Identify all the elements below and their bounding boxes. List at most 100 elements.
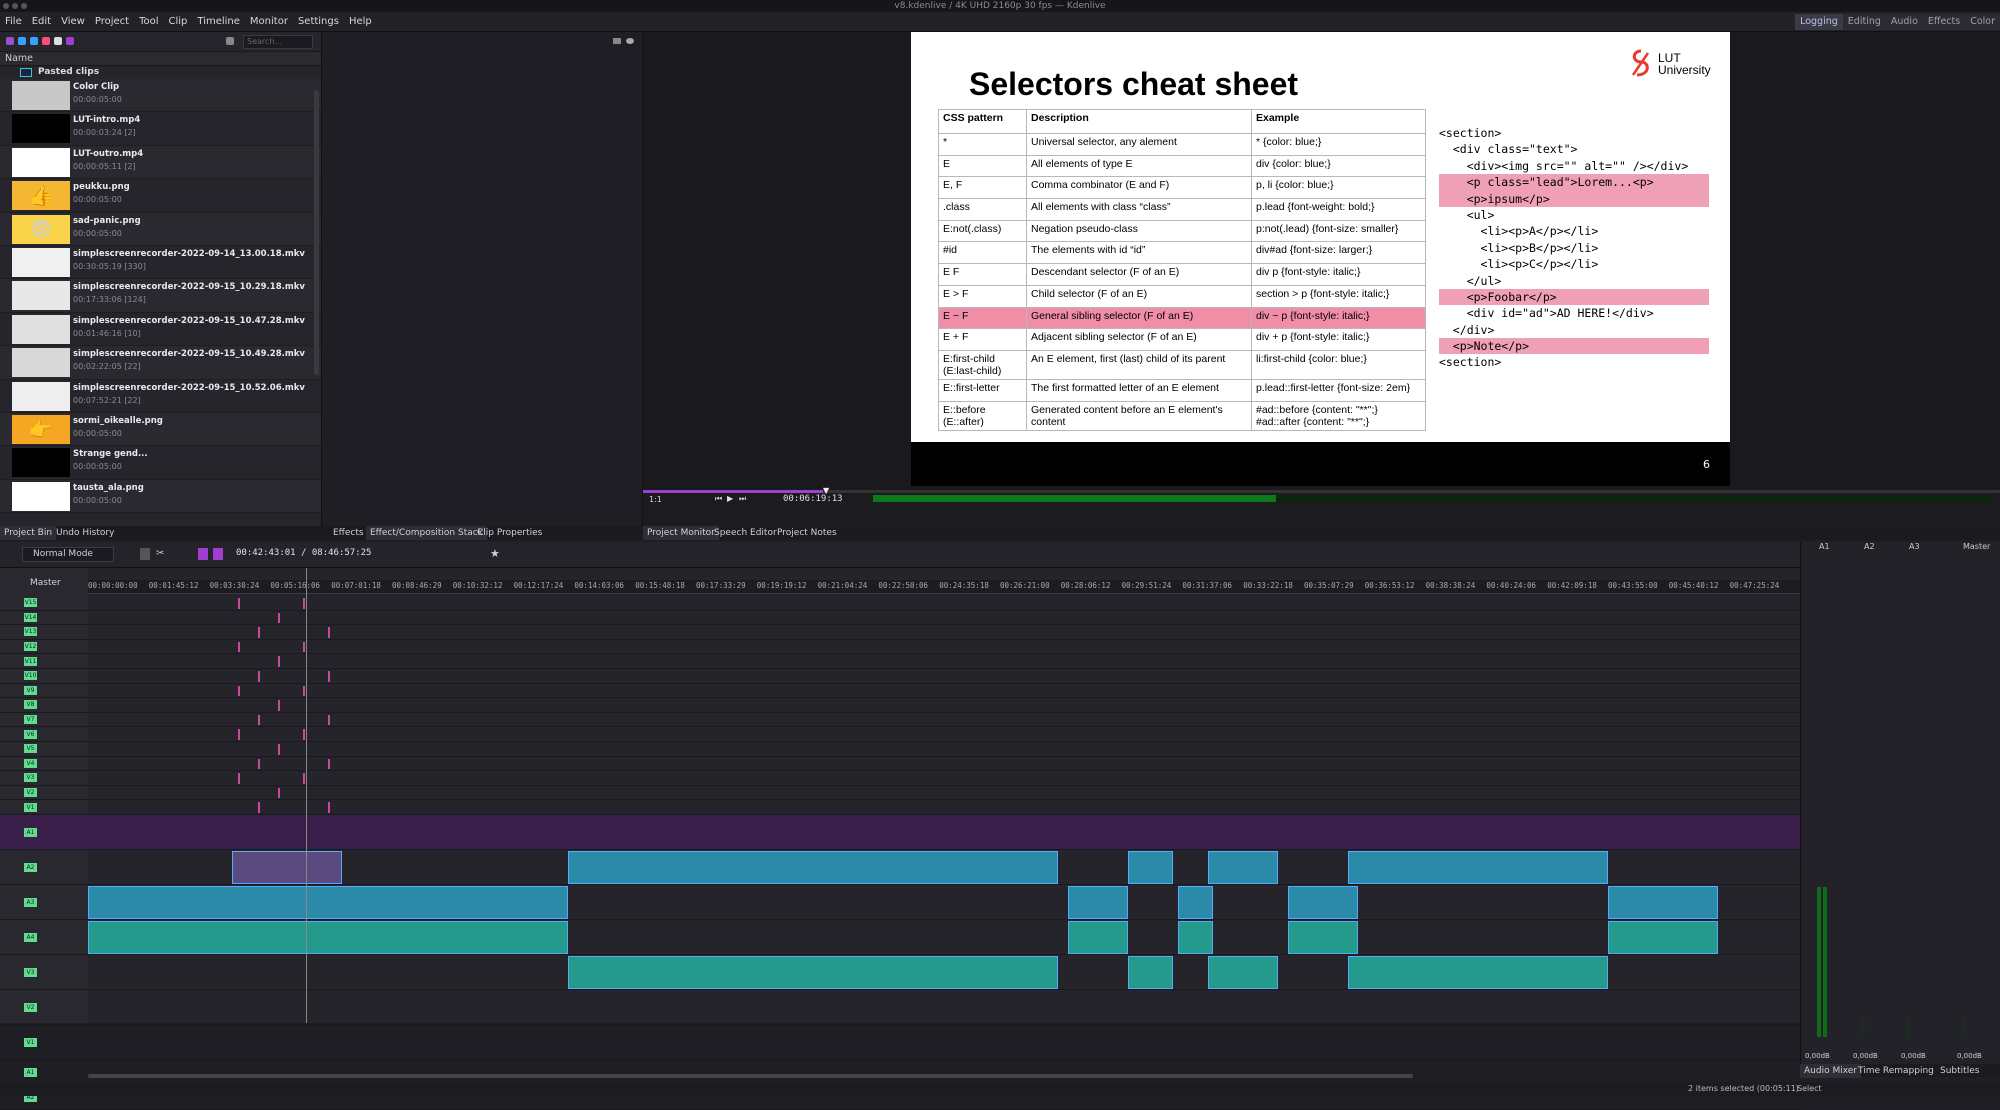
- bin-clip[interactable]: LUT-intro.mp4 00:00:03:24 [2]: [0, 112, 321, 146]
- tab-subtitles[interactable]: Subtitles: [1936, 1064, 1983, 1078]
- track-name[interactable]: V1: [24, 802, 37, 812]
- timeline-clip[interactable]: [88, 921, 568, 954]
- tab-speech-editor[interactable]: Speech Editor: [710, 526, 781, 540]
- track-row[interactable]: A1: [0, 815, 1800, 850]
- track-row[interactable]: V2: [0, 786, 1800, 801]
- track-row[interactable]: A3: [0, 885, 1800, 920]
- clip-marker[interactable]: [258, 714, 260, 726]
- track-name[interactable]: A4: [24, 932, 37, 942]
- bin-clip[interactable]: simplescreenrecorder-2022-09-14_13.00.18…: [0, 246, 321, 280]
- menu-help[interactable]: Help: [344, 12, 377, 32]
- menu-monitor[interactable]: Monitor: [245, 12, 293, 32]
- track-name[interactable]: V6: [24, 729, 37, 739]
- timeline-clip[interactable]: [1128, 956, 1173, 989]
- track-row[interactable]: A2: [0, 850, 1800, 885]
- track-name[interactable]: V2: [24, 1002, 37, 1012]
- tab-undo-history[interactable]: Undo History: [52, 526, 118, 540]
- tab-project-bin[interactable]: Project Bin: [0, 526, 57, 540]
- tab-project-monitor[interactable]: Project Monitor: [643, 526, 719, 540]
- tab-clip-properties[interactable]: Clip Properties: [473, 526, 546, 540]
- a2-db-value[interactable]: 0,00dB: [1853, 1052, 1878, 1060]
- bin-clip[interactable]: simplescreenrecorder-2022-09-15_10.52.06…: [0, 380, 321, 413]
- track-row[interactable]: A4: [0, 920, 1800, 955]
- timeline-ruler[interactable]: 00:00:00:00 00:01:45:12 00:03:30:24 00:05:1…: [88, 580, 1800, 594]
- clip-properties-icon[interactable]: [66, 37, 74, 45]
- track-name[interactable]: V12: [24, 642, 37, 652]
- clip-marker[interactable]: [328, 627, 330, 638]
- clip-marker[interactable]: [258, 627, 260, 638]
- track-name[interactable]: A1: [24, 1067, 37, 1077]
- clip-marker[interactable]: [258, 758, 260, 770]
- track-row[interactable]: V6: [0, 727, 1800, 742]
- forward-icon[interactable]: ⏭: [739, 494, 746, 504]
- timeline-clip[interactable]: [568, 956, 1058, 989]
- delete-icon[interactable]: [42, 37, 50, 45]
- folder-icon[interactable]: [18, 37, 26, 45]
- clip-marker[interactable]: [278, 787, 280, 799]
- menu-settings[interactable]: Settings: [293, 12, 344, 32]
- menu-project[interactable]: Project: [90, 12, 134, 32]
- bin-clip[interactable]: simplescreenrecorder-2022-09-15_10.29.18…: [0, 279, 321, 313]
- clip-marker[interactable]: [278, 612, 280, 624]
- timeline-clip[interactable]: [1608, 886, 1718, 919]
- timeline-playhead[interactable]: [306, 568, 307, 1023]
- clip-marker[interactable]: [328, 714, 330, 726]
- track-row[interactable]: V13: [0, 625, 1800, 640]
- a1-db-value[interactable]: 0,00dB: [1805, 1052, 1830, 1060]
- tab-project-notes[interactable]: Project Notes: [773, 526, 841, 540]
- track-row[interactable]: V11: [0, 654, 1800, 669]
- track-row[interactable]: V1: [0, 800, 1800, 815]
- timeline-clip[interactable]: [232, 851, 342, 884]
- select-tool-icon[interactable]: [140, 548, 150, 560]
- menu-edit[interactable]: Edit: [27, 12, 56, 32]
- layout-effects[interactable]: Effects: [1923, 14, 1965, 30]
- track-name[interactable]: V5: [24, 744, 37, 754]
- tab-time-remapping[interactable]: Time Remapping: [1854, 1064, 1938, 1078]
- close-icon[interactable]: [3, 3, 9, 9]
- a3-db-value[interactable]: 0,00dB: [1901, 1052, 1926, 1060]
- menu-tool[interactable]: Tool: [134, 12, 163, 32]
- new-folder-icon[interactable]: [30, 37, 38, 45]
- bin-folder[interactable]: Pasted clips: [0, 66, 321, 79]
- clip-marker[interactable]: [278, 656, 280, 667]
- track-name[interactable]: V2: [24, 788, 37, 798]
- clip-marker[interactable]: [303, 641, 305, 653]
- maximize-icon[interactable]: [21, 3, 27, 9]
- menu-view[interactable]: View: [56, 12, 90, 32]
- tag-icon[interactable]: [54, 37, 62, 45]
- track-row[interactable]: V4: [0, 757, 1800, 772]
- clip-marker[interactable]: [303, 773, 305, 784]
- track-name[interactable]: V7: [24, 715, 37, 725]
- track-name[interactable]: V10: [24, 671, 37, 681]
- track-name[interactable]: V9: [24, 685, 37, 695]
- track-name[interactable]: V11: [24, 656, 37, 666]
- timeline-clip[interactable]: [1288, 921, 1358, 954]
- edit-mode-select[interactable]: Normal Mode: [22, 547, 114, 562]
- timeline-clip[interactable]: [1288, 886, 1358, 919]
- clip-marker[interactable]: [238, 685, 240, 697]
- razor-tool-icon[interactable]: ✂: [156, 548, 164, 559]
- timeline-scrollbar[interactable]: [88, 1074, 1413, 1078]
- eye-icon[interactable]: [626, 38, 634, 44]
- track-name[interactable]: A1: [24, 827, 37, 837]
- timeline-clip[interactable]: [1348, 956, 1608, 989]
- bin-clip[interactable]: 👉 sormi_oikealle.png 00:00:05:00: [0, 412, 321, 447]
- clip-marker[interactable]: [258, 802, 260, 813]
- clip-marker[interactable]: [303, 729, 305, 740]
- track-row[interactable]: V3: [0, 955, 1800, 990]
- star-icon[interactable]: ★: [490, 547, 500, 560]
- menu-clip[interactable]: Clip: [164, 12, 193, 32]
- clip-marker[interactable]: [278, 744, 280, 755]
- track-name[interactable]: V3: [24, 773, 37, 783]
- tab-effect-stack[interactable]: Effect/Composition Stack: [366, 526, 487, 540]
- track-row[interactable]: V10: [0, 669, 1800, 684]
- clip-marker[interactable]: [328, 671, 330, 682]
- menu-icon[interactable]: [613, 38, 621, 44]
- clip-marker[interactable]: [258, 671, 260, 682]
- timeline-clip[interactable]: [568, 851, 1058, 884]
- clip-marker[interactable]: [303, 685, 305, 697]
- bin-clip[interactable]: simplescreenrecorder-2022-09-15_10.47.28…: [0, 313, 321, 347]
- monitor-ruler[interactable]: [643, 490, 2000, 493]
- menu-file[interactable]: File: [0, 12, 27, 32]
- filter-icon[interactable]: [226, 37, 234, 45]
